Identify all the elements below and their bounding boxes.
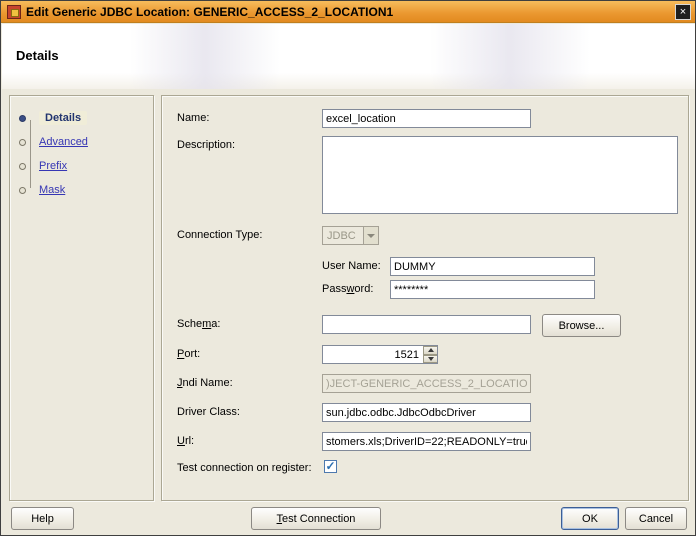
close-icon[interactable]: × [675, 4, 691, 20]
connection-type-value: JDBC [323, 230, 363, 242]
browse-button[interactable]: Browse... [542, 314, 621, 337]
schema-input[interactable] [322, 315, 531, 334]
description-input[interactable] [322, 136, 678, 214]
jndi-name-input [322, 374, 531, 393]
sidebar-item-label: Mask [39, 184, 65, 196]
sidebar-item-label: Details [39, 111, 87, 125]
schema-label: Schema: [177, 318, 220, 330]
ok-button[interactable]: OK [561, 507, 619, 530]
sidebar-item-label: Advanced [39, 136, 88, 148]
bullet-icon [19, 139, 26, 146]
nav-connector-line [30, 120, 31, 188]
name-input[interactable] [322, 109, 531, 128]
header-banner: Details [2, 24, 696, 89]
driver-class-input[interactable] [322, 403, 531, 422]
bullet-icon [19, 163, 26, 170]
sidebar-item-prefix[interactable]: Prefix [19, 157, 67, 175]
user-name-label: User Name: [322, 260, 381, 272]
url-input[interactable] [322, 432, 531, 451]
test-on-register-checkbox[interactable]: ✓ [324, 460, 337, 473]
port-label: Port: [177, 348, 200, 360]
port-spin-down-button[interactable] [423, 355, 437, 364]
port-stepper [322, 345, 438, 364]
jndi-name-label: Jndi Name: [177, 377, 233, 389]
url-label: Url: [177, 435, 194, 447]
bullet-icon [19, 115, 26, 122]
test-on-register-label: Test connection on register: [177, 462, 312, 474]
window-title: Edit Generic JDBC Location: GENERIC_ACCE… [26, 5, 393, 19]
password-label: Password: [322, 283, 373, 295]
edit-jdbc-location-dialog: Edit Generic JDBC Location: GENERIC_ACCE… [0, 0, 696, 536]
password-input[interactable] [390, 280, 595, 299]
port-spin-up-button[interactable] [423, 346, 437, 355]
form-panel: Name: Description: Connection Type: JDBC… [161, 95, 689, 501]
sidebar-item-details[interactable]: Details [19, 109, 87, 127]
bullet-icon [19, 187, 26, 194]
name-label: Name: [177, 112, 209, 124]
test-connection-button[interactable]: Test Connection [251, 507, 381, 530]
description-label: Description: [177, 139, 235, 151]
page-title: Details [16, 48, 59, 63]
user-name-input[interactable] [390, 257, 595, 276]
cancel-button[interactable]: Cancel [625, 507, 687, 530]
help-button[interactable]: Help [11, 507, 74, 530]
chevron-down-icon [363, 227, 378, 244]
sidebar-item-label: Prefix [39, 160, 67, 172]
title-bar: Edit Generic JDBC Location: GENERIC_ACCE… [1, 1, 695, 23]
window-icon [7, 5, 21, 19]
connection-type-label: Connection Type: [177, 229, 262, 241]
driver-class-label: Driver Class: [177, 406, 240, 418]
nav-panel: Details Advanced Prefix Mask [9, 95, 154, 501]
sidebar-item-mask[interactable]: Mask [19, 181, 65, 199]
sidebar-item-advanced[interactable]: Advanced [19, 133, 88, 151]
banner-decoration [430, 24, 590, 89]
connection-type-select: JDBC [322, 226, 379, 245]
port-input[interactable] [323, 346, 423, 363]
banner-decoration [130, 24, 280, 89]
